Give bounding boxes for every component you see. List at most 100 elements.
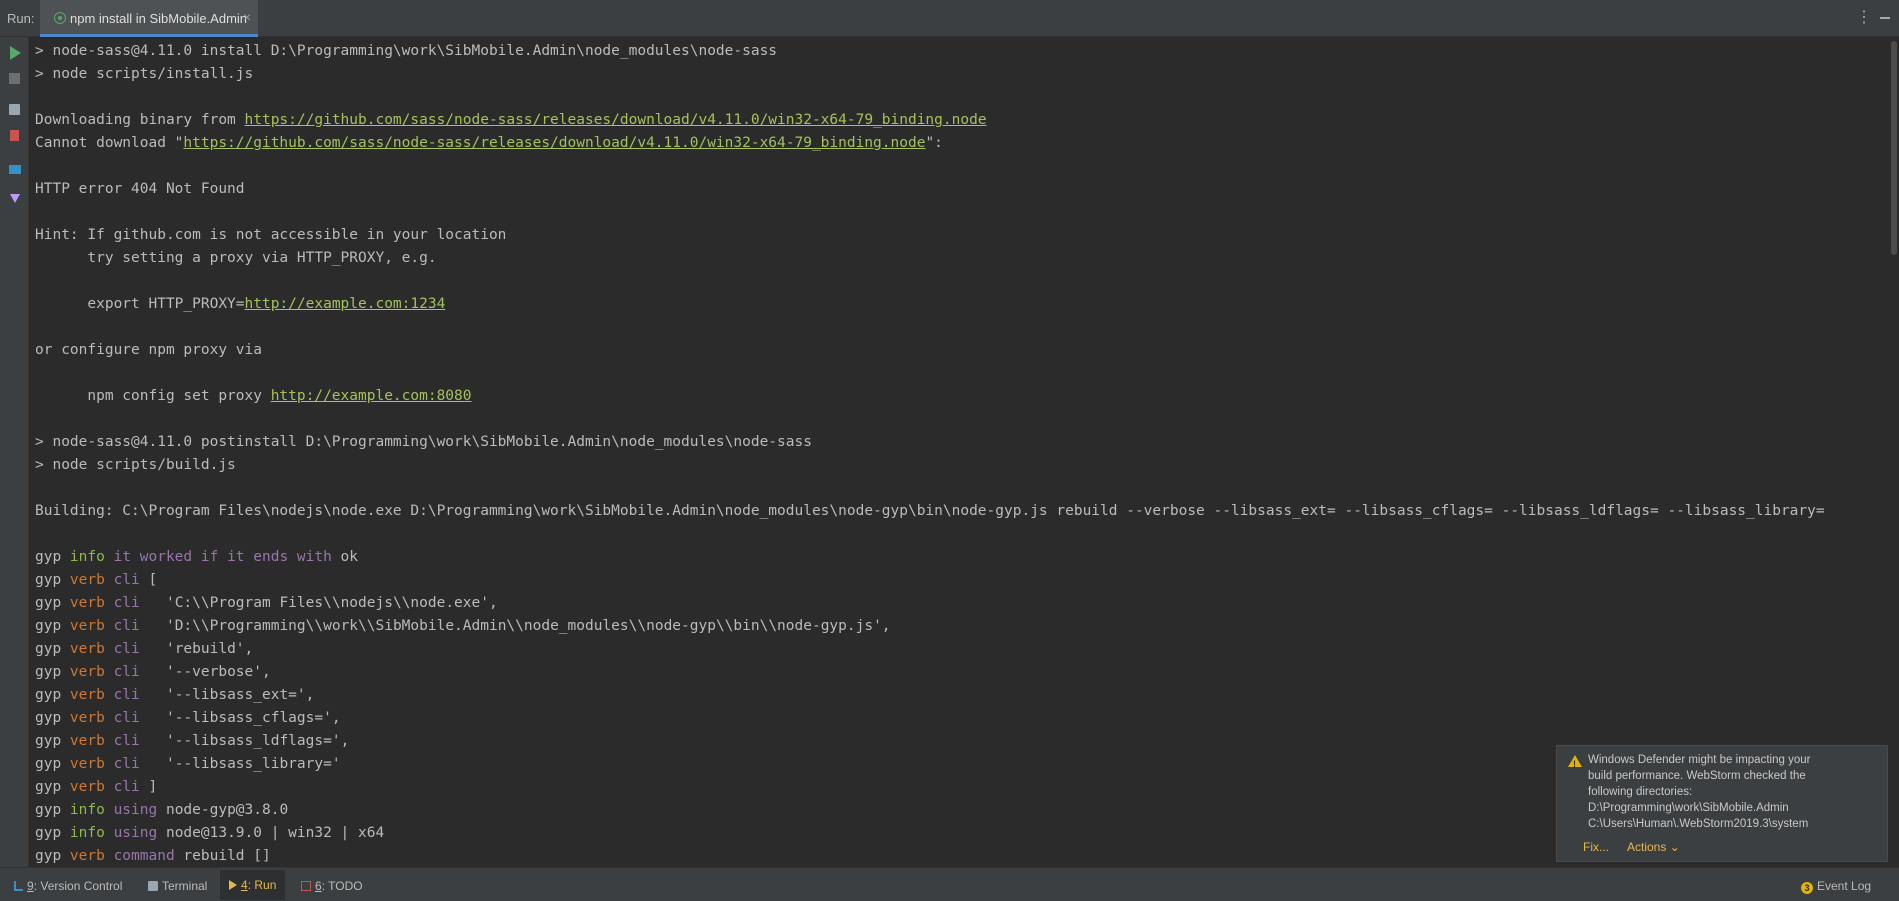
shortcut-key: 9	[27, 879, 34, 893]
gyp-level: verb	[69, 641, 105, 657]
gyp-level: info	[69, 825, 105, 841]
gyp-level: verb	[69, 618, 105, 634]
gyp-key: using	[113, 825, 158, 841]
fix-link[interactable]: Fix...	[1583, 839, 1609, 855]
gyp-key: using	[113, 802, 158, 818]
console-line: Hint: If github.com is not accessible in…	[35, 224, 1885, 247]
console-line: npm config set proxy http://example.com:…	[35, 385, 1885, 408]
console-line: HTTP error 404 Not Found	[35, 178, 1885, 201]
more-options-icon[interactable]: ⋮	[1856, 9, 1872, 27]
gyp-prefix: gyp	[35, 779, 70, 795]
layout-icon[interactable]	[9, 165, 21, 174]
console-text: npm config set proxy	[35, 388, 271, 404]
console-link[interactable]: https://github.com/sass/node-sass/releas…	[183, 135, 925, 151]
close-icon[interactable]: ×	[243, 9, 251, 25]
gyp-prefix: gyp	[35, 756, 70, 772]
gyp-level: info	[69, 802, 105, 818]
shortcut-key: 6	[315, 879, 322, 893]
gyp-key: cli	[113, 595, 140, 611]
branch-icon	[14, 881, 23, 891]
npm-run-icon	[54, 12, 66, 24]
console-line: gyp verb cli [	[35, 569, 1885, 592]
console-line: gyp verb cli '--libsass_ext=',	[35, 684, 1885, 707]
console-text: > node-sass@4.11.0 postinstall D:\Progra…	[35, 434, 812, 450]
console-line: > node scripts/build.js	[35, 454, 1885, 477]
console-line: gyp verb cli '--libsass_cflags=',	[35, 707, 1885, 730]
tab-label: npm install in SibMobile.Admin	[70, 11, 248, 26]
gyp-key: cli	[113, 779, 140, 795]
console-text: '--verbose',	[139, 664, 271, 680]
hide-icon[interactable]	[1880, 17, 1890, 19]
console-text: export HTTP_PROXY=	[35, 296, 245, 312]
gyp-key: cli	[113, 641, 140, 657]
console-text: '--libsass_cflags=',	[139, 710, 341, 726]
gyp-prefix: gyp	[35, 802, 70, 818]
console-line: > node-sass@4.11.0 postinstall D:\Progra…	[35, 431, 1885, 454]
console-text: > node scripts/install.js	[35, 66, 254, 82]
gyp-key: cli	[113, 572, 140, 588]
gyp-prefix: gyp	[35, 549, 70, 565]
shortcut-key: 4	[241, 878, 248, 892]
tab-npm-install[interactable]: npm install in SibMobile.Admin ×	[40, 0, 258, 37]
console-line: export HTTP_PROXY=http://example.com:123…	[35, 293, 1885, 316]
scrollbar-thumb[interactable]	[1891, 41, 1897, 255]
tab-label: : TODO	[321, 879, 363, 893]
console-line: Downloading binary from https://github.c…	[35, 109, 1885, 132]
gyp-prefix: gyp	[35, 710, 70, 726]
terminal-tab[interactable]: Terminal	[148, 878, 207, 894]
console-link[interactable]: https://github.com/sass/node-sass/releas…	[245, 112, 987, 128]
gyp-level: info	[69, 549, 105, 565]
console-line: > node scripts/install.js	[35, 63, 1885, 86]
gyp-level: verb	[69, 595, 105, 611]
pin-icon[interactable]	[10, 194, 20, 203]
notification-text: Windows Defender might be impacting your…	[1588, 754, 1811, 830]
console-line: gyp verb cli 'rebuild',	[35, 638, 1885, 661]
console-link[interactable]: http://example.com:1234	[245, 296, 446, 312]
console-text: '--libsass_ext=',	[139, 687, 315, 703]
gyp-level: verb	[69, 664, 105, 680]
console-text: 'C:\\Program Files\\nodejs\\node.exe',	[139, 595, 498, 611]
gyp-prefix: gyp	[35, 733, 70, 749]
actions-link[interactable]: Actions ⌄	[1627, 839, 1680, 855]
console-line: gyp verb cli '--verbose',	[35, 661, 1885, 684]
gyp-prefix: gyp	[35, 595, 70, 611]
tab-label: : Version Control	[33, 879, 123, 893]
run-toolbar	[0, 37, 29, 867]
gyp-level: verb	[69, 687, 105, 703]
gyp-prefix: gyp	[35, 664, 70, 680]
warning-mark: !	[1573, 759, 1576, 769]
gyp-prefix: gyp	[35, 687, 70, 703]
console-text: 'D:\\Programming\\work\\SibMobile.Admin\…	[139, 618, 891, 634]
event-log-icon: 3	[1801, 882, 1813, 894]
console-text: ":	[925, 135, 943, 151]
todo-tab[interactable]: 6: TODO	[301, 878, 363, 894]
version-control-tab[interactable]: 9: Version Control	[14, 878, 122, 894]
run-label: Run:	[7, 11, 35, 26]
console-line: gyp verb cli 'D:\\Programming\\work\\Sib…	[35, 615, 1885, 638]
rerun-icon[interactable]	[10, 46, 21, 60]
run-icon	[229, 880, 237, 890]
console-output[interactable]: > node-sass@4.11.0 install D:\Programmin…	[35, 40, 1885, 866]
console-link[interactable]: http://example.com:8080	[271, 388, 472, 404]
gyp-prefix: gyp	[35, 572, 70, 588]
console-line: gyp info it worked if it ends with ok	[35, 546, 1885, 569]
scroll-to-end-icon[interactable]	[9, 104, 20, 115]
tab-label: Terminal	[162, 879, 208, 893]
gyp-key: command	[113, 848, 175, 864]
event-log-tab[interactable]: 3 Event Log	[1801, 878, 1871, 894]
gyp-key: cli	[113, 733, 140, 749]
clear-all-icon[interactable]	[10, 130, 19, 141]
console-text: node-gyp@3.8.0	[157, 802, 289, 818]
console-text: or configure npm proxy via	[35, 342, 262, 358]
run-tab[interactable]: 4: Run	[220, 870, 286, 900]
vertical-scrollbar[interactable]	[1889, 37, 1899, 867]
gyp-key: it worked if it ends with	[113, 549, 332, 565]
stop-icon[interactable]	[9, 73, 20, 84]
